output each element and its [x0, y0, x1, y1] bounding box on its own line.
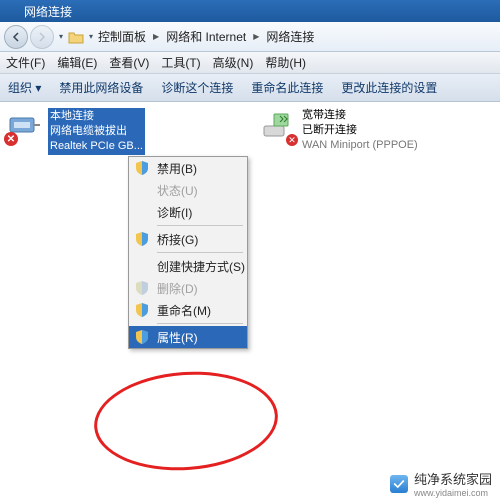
chevron-right-icon[interactable]: ▶	[250, 32, 262, 41]
folder-icon	[68, 30, 84, 44]
menubar: 文件(F) 编辑(E) 查看(V) 工具(T) 高级(N) 帮助(H)	[0, 52, 500, 74]
nav-forward-button[interactable]	[30, 25, 54, 49]
toolbar-organize[interactable]: 组织 ▾	[8, 79, 41, 96]
ctx-delete: 删除(D)	[129, 277, 247, 299]
shield-icon	[134, 329, 150, 345]
connection-label-block: 宽带连接 已断开连接 WAN Miniport (PPPOE)	[302, 108, 418, 153]
menu-help[interactable]: 帮助(H)	[265, 54, 306, 71]
menu-edit[interactable]: 编辑(E)	[57, 54, 97, 71]
connection-status: 已断开连接	[302, 123, 418, 138]
connection-label-block: 本地连接 网络电缆被拔出 Realtek PCIe GB...	[48, 108, 145, 155]
nav-history-dropdown[interactable]: ▾	[56, 32, 66, 41]
shield-icon	[134, 160, 150, 176]
ctx-disable[interactable]: 禁用(B)	[129, 157, 247, 179]
menu-view[interactable]: 查看(V)	[109, 54, 149, 71]
folder-dropdown[interactable]: ▾	[86, 32, 96, 41]
shield-icon	[134, 302, 150, 318]
window-titlebar: 网络连接	[0, 0, 500, 22]
navigation-bar: ▾ ▾ 控制面板 ▶ 网络和 Internet ▶ 网络连接	[0, 22, 500, 52]
context-menu: 禁用(B) 状态(U) 诊断(I) 桥接(G) 创建快捷方式(S) 删除(D)	[128, 156, 248, 349]
breadcrumb-item[interactable]: 网络和 Internet	[166, 28, 246, 45]
ctx-separator	[157, 252, 243, 253]
toolbar-disable-device[interactable]: 禁用此网络设备	[59, 79, 143, 96]
ctx-separator	[157, 225, 243, 226]
connection-item-broadband[interactable]: ✕ 宽带连接 已断开连接 WAN Miniport (PPPOE)	[260, 108, 418, 153]
connection-name: 本地连接	[50, 109, 143, 124]
disconnected-x-icon: ✕	[286, 134, 298, 146]
chevron-right-icon[interactable]: ▶	[150, 32, 162, 41]
toolbar-rename[interactable]: 重命名此连接	[251, 79, 323, 96]
ctx-label: 属性(R)	[157, 329, 198, 346]
ctx-bridge[interactable]: 桥接(G)	[129, 228, 247, 250]
ctx-diagnose[interactable]: 诊断(I)	[129, 201, 247, 223]
menu-advanced[interactable]: 高级(N)	[213, 54, 254, 71]
ctx-rename[interactable]: 重命名(M)	[129, 299, 247, 321]
connection-device: Realtek PCIe GB...	[50, 139, 143, 154]
ctx-separator	[157, 323, 243, 324]
ctx-properties[interactable]: 属性(R)	[129, 326, 247, 348]
toolbar: 组织 ▾ 禁用此网络设备 诊断这个连接 重命名此连接 更改此连接的设置	[0, 74, 500, 102]
watermark-brand: 纯净系统家园	[414, 469, 492, 488]
menu-file[interactable]: 文件(F)	[6, 54, 45, 71]
ctx-label: 桥接(G)	[157, 231, 198, 248]
error-x-icon: ✕	[4, 132, 18, 146]
watermark-logo-icon	[390, 475, 408, 493]
ctx-label: 禁用(B)	[157, 160, 197, 177]
connection-item-local[interactable]: ✕ 本地连接 网络电缆被拔出 Realtek PCIe GB...	[6, 108, 238, 155]
ctx-create-shortcut[interactable]: 创建快捷方式(S)	[129, 255, 247, 277]
breadcrumb-item[interactable]: 控制面板	[98, 28, 146, 45]
toolbar-change-settings[interactable]: 更改此连接的设置	[341, 79, 437, 96]
ctx-label: 删除(D)	[157, 280, 198, 297]
shield-icon	[134, 280, 150, 296]
watermark-url: www.yidaimei.com	[414, 488, 492, 498]
ctx-label: 诊断(I)	[157, 204, 192, 221]
connection-device: WAN Miniport (PPPOE)	[302, 138, 418, 153]
network-adapter-icon: ✕	[6, 108, 42, 144]
breadcrumb-item[interactable]: 网络连接	[266, 28, 314, 45]
breadcrumb: 控制面板 ▶ 网络和 Internet ▶ 网络连接	[98, 28, 314, 45]
annotation-ellipse	[91, 366, 281, 477]
connection-name: 宽带连接	[302, 108, 418, 123]
nav-back-button[interactable]	[4, 25, 28, 49]
ctx-status: 状态(U)	[129, 179, 247, 201]
ctx-label: 创建快捷方式(S)	[157, 258, 245, 275]
watermark: 纯净系统家园 www.yidaimei.com	[390, 469, 492, 498]
menu-tools[interactable]: 工具(T)	[161, 54, 200, 71]
toolbar-diagnose[interactable]: 诊断这个连接	[161, 79, 233, 96]
ctx-label: 重命名(M)	[157, 302, 211, 319]
ctx-label: 状态(U)	[157, 182, 198, 199]
connection-status: 网络电缆被拔出	[50, 124, 143, 139]
shield-icon	[134, 231, 150, 247]
window-title: 网络连接	[24, 3, 72, 20]
watermark-text: 纯净系统家园 www.yidaimei.com	[414, 469, 492, 498]
content-pane: ✕ 本地连接 网络电缆被拔出 Realtek PCIe GB... ✕ 宽带连接…	[0, 102, 500, 504]
broadband-icon: ✕	[260, 108, 296, 144]
